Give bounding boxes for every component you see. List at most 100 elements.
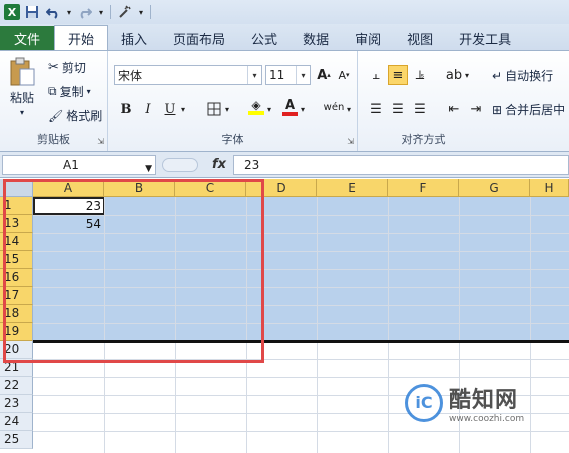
select-all-corner[interactable] — [0, 179, 33, 197]
font-size-select[interactable]: 11 ▾ — [265, 65, 311, 85]
gridline — [33, 359, 569, 360]
customize-icon[interactable] — [116, 3, 134, 21]
wrap-text-label: 自动换行 — [505, 69, 554, 83]
row-header-18[interactable]: 18 — [0, 305, 33, 323]
undo-icon[interactable] — [44, 3, 62, 21]
clipboard-group-label: 剪贴板 — [37, 133, 70, 146]
border-icon[interactable] — [204, 99, 224, 119]
row-header-13[interactable]: 13 — [0, 215, 33, 233]
tab-insert[interactable]: 插入 — [108, 26, 160, 50]
alignment-group-label: 对齐方式 — [401, 133, 446, 146]
font-launcher-icon[interactable]: ⇲ — [347, 137, 354, 146]
tab-home[interactable]: 开始 — [54, 25, 109, 50]
orientation-dropdown-icon[interactable]: ▾ — [462, 65, 472, 85]
row-header-23[interactable]: 23 — [0, 395, 33, 413]
name-box-dropdown-icon[interactable]: ▼ — [145, 160, 152, 178]
column-header-d[interactable]: D — [246, 179, 317, 197]
cut-button[interactable]: ✂ 剪切 — [48, 59, 86, 76]
column-header-b[interactable]: B — [104, 179, 175, 197]
row-header-19[interactable]: 19 — [0, 323, 33, 341]
phonetic-guide-icon[interactable]: wén — [322, 97, 346, 117]
insert-function-icon[interactable]: fx — [212, 157, 226, 172]
align-middle-icon[interactable]: ≡ — [388, 65, 408, 85]
undo-dropdown-icon[interactable]: ▾ — [65, 3, 73, 21]
row-header-25[interactable]: 25 — [0, 431, 33, 449]
shrink-font-icon[interactable]: A ▾ — [334, 65, 354, 85]
watermark-brand: 酷知网 — [449, 387, 519, 413]
name-box[interactable]: A1 ▼ — [2, 155, 156, 175]
align-right-icon[interactable]: ☰ — [410, 99, 430, 119]
format-painter-button[interactable]: 🖌 格式刷 — [48, 107, 102, 124]
gridline — [175, 197, 176, 453]
align-top-icon[interactable]: ⫠ — [366, 65, 386, 85]
save-icon[interactable] — [23, 3, 41, 21]
tab-developer[interactable]: 开发工具 — [446, 26, 524, 50]
gridline — [246, 197, 247, 453]
fill-color-dropdown-icon[interactable]: ▾ — [264, 99, 274, 119]
border-dropdown-icon[interactable]: ▾ — [222, 99, 232, 119]
column-header-g[interactable]: G — [459, 179, 530, 197]
quick-access-toolbar: X ▾ ▾ ▾ — [0, 0, 569, 24]
column-header-h[interactable]: H — [530, 179, 569, 197]
font-group: 宋体 ▾ 11 ▾ A ▴ A ▾ B I U ▾ ▾ ◈ ▾ A ▾ wén ▾ … — [108, 51, 358, 151]
format-painter-label: 格式刷 — [66, 109, 103, 123]
row-header-16[interactable]: 16 — [0, 269, 33, 287]
orientation-icon[interactable]: ab — [444, 65, 464, 85]
gridline — [33, 431, 569, 432]
tab-file[interactable]: 文件 — [0, 26, 54, 50]
qat-menu-icon[interactable]: ▾ — [137, 3, 145, 21]
paste-button[interactable]: 粘贴 ▾ — [8, 57, 36, 117]
tab-review[interactable]: 审阅 — [342, 26, 394, 50]
grow-font-icon[interactable]: A ▴ — [314, 65, 334, 85]
row-header-21[interactable]: 21 — [0, 359, 33, 377]
copy-button[interactable]: ⧉ 复制 ▾ — [48, 83, 91, 100]
italic-button[interactable]: I — [138, 99, 158, 119]
watermark-url: www.coozhi.com — [449, 413, 525, 424]
bold-button[interactable]: B — [116, 99, 136, 119]
row-header-24[interactable]: 24 — [0, 413, 33, 431]
underline-button[interactable]: U — [160, 99, 180, 119]
column-header-e[interactable]: E — [317, 179, 388, 197]
increase-indent-icon[interactable]: ⇥ — [466, 99, 486, 119]
decrease-indent-icon[interactable]: ⇤ — [444, 99, 464, 119]
fill-color-icon[interactable]: ◈ — [246, 97, 266, 117]
font-color-dropdown-icon[interactable]: ▾ — [298, 99, 308, 119]
wrap-text-button[interactable]: ↵ 自动换行 — [492, 67, 553, 84]
tab-page-layout[interactable]: 页面布局 — [160, 26, 238, 50]
gridline — [33, 323, 569, 324]
column-header-f[interactable]: F — [388, 179, 459, 197]
wrap-text-icon: ↵ — [492, 68, 503, 83]
paste-label: 粘贴 — [9, 91, 34, 105]
clipboard-launcher-icon[interactable]: ⇲ — [97, 137, 104, 146]
paste-dropdown-icon: ▾ — [19, 108, 24, 117]
align-left-icon[interactable]: ☰ — [366, 99, 386, 119]
formula-input[interactable]: 23 — [233, 155, 569, 175]
row-header-1[interactable]: 1 — [0, 197, 33, 215]
hidden-rows-divider — [33, 340, 569, 343]
copy-label: 复制 — [59, 85, 84, 99]
excel-app-icon[interactable]: X — [4, 4, 20, 20]
redo-icon[interactable] — [76, 3, 94, 21]
align-bottom-icon[interactable]: ⫡ — [410, 65, 430, 85]
clipboard-group: 粘贴 ▾ ✂ 剪切 ⧉ 复制 ▾ 🖌 格式刷 剪贴板 ⇲ — [0, 51, 108, 151]
row-header-17[interactable]: 17 — [0, 287, 33, 305]
row-header-14[interactable]: 14 — [0, 233, 33, 251]
row-header-22[interactable]: 22 — [0, 377, 33, 395]
column-header-a[interactable]: A — [33, 179, 104, 197]
align-center-icon[interactable]: ☰ — [388, 99, 408, 119]
underline-dropdown-icon[interactable]: ▾ — [178, 99, 188, 119]
ribbon: 粘贴 ▾ ✂ 剪切 ⧉ 复制 ▾ 🖌 格式刷 剪贴板 ⇲ 宋体 ▾ 11 ▾ A… — [0, 50, 569, 152]
font-name-select[interactable]: 宋体 ▾ — [114, 65, 262, 85]
tab-view[interactable]: 视图 — [394, 26, 446, 50]
row-header-20[interactable]: 20 — [0, 341, 33, 359]
formula-bar-resize-handle[interactable] — [162, 158, 198, 172]
font-color-icon[interactable]: A — [280, 97, 300, 117]
tab-formulas[interactable]: 公式 — [238, 26, 290, 50]
column-header-c[interactable]: C — [175, 179, 246, 197]
tab-data[interactable]: 数据 — [290, 26, 342, 50]
phonetic-dropdown-icon[interactable]: ▾ — [344, 99, 354, 119]
qat-separator — [110, 5, 111, 19]
redo-dropdown-icon[interactable]: ▾ — [97, 3, 105, 21]
row-header-15[interactable]: 15 — [0, 251, 33, 269]
merge-center-button[interactable]: ⊞ 合并后居中 — [492, 101, 565, 118]
